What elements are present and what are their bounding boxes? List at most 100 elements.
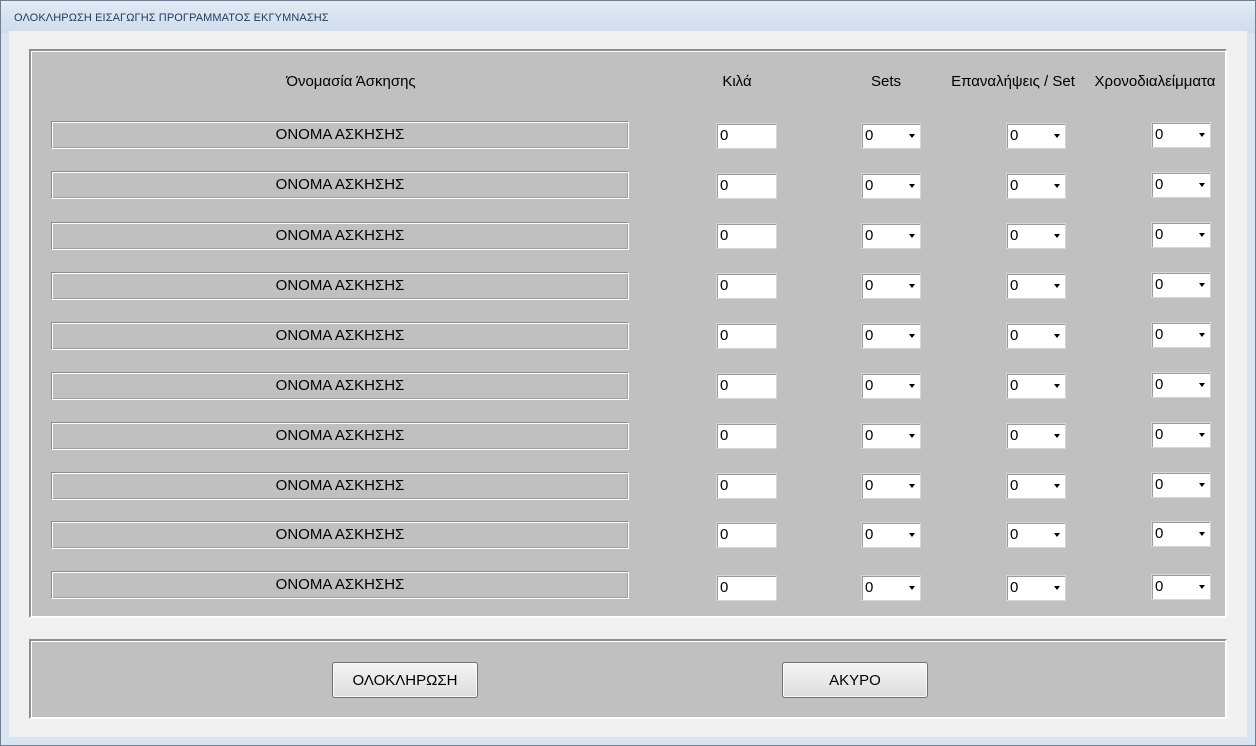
dropdown-arrow-icon[interactable] [909, 484, 915, 488]
rest-dropdown[interactable]: 0 [1151, 574, 1211, 600]
kila-input[interactable] [716, 423, 777, 449]
kila-input[interactable] [716, 323, 777, 349]
exercise-row: ΟΝΟΜΑ ΑΣΚΗΣΗΣ 0 0 0 [31, 272, 1225, 302]
reps-dropdown[interactable]: 0 [1006, 373, 1066, 399]
action-buttons-panel: ΟΛΟΚΛΗΡΩΣΗ ΑΚΥΡΟ [29, 639, 1227, 719]
dropdown-arrow-icon[interactable] [1054, 484, 1060, 488]
dropdown-arrow-icon[interactable] [1054, 234, 1060, 238]
exercise-name-field: ΟΝΟΜΑ ΑΣΚΗΣΗΣ [51, 322, 629, 350]
rest-dropdown[interactable]: 0 [1151, 322, 1211, 348]
rest-value: 0 [1155, 176, 1164, 193]
exercise-row: ΟΝΟΜΑ ΑΣΚΗΣΗΣ 0 0 0 [31, 372, 1225, 402]
dropdown-arrow-icon[interactable] [1054, 134, 1060, 138]
dropdown-arrow-icon[interactable] [1199, 433, 1205, 437]
rest-value: 0 [1155, 426, 1164, 443]
sets-dropdown[interactable]: 0 [861, 223, 921, 249]
kila-input[interactable] [716, 522, 777, 548]
header-exercise-name: Όνομασία Άσκησης [286, 73, 416, 90]
reps-dropdown[interactable]: 0 [1006, 522, 1066, 548]
kila-input[interactable] [716, 123, 777, 149]
reps-value: 0 [1010, 579, 1019, 596]
reps-dropdown[interactable]: 0 [1006, 273, 1066, 299]
sets-dropdown[interactable]: 0 [861, 323, 921, 349]
exercise-name-field: ΟΝΟΜΑ ΑΣΚΗΣΗΣ [51, 222, 629, 250]
reps-dropdown[interactable]: 0 [1006, 575, 1066, 601]
dropdown-arrow-icon[interactable] [1199, 283, 1205, 287]
dropdown-arrow-icon[interactable] [1199, 383, 1205, 387]
sets-dropdown[interactable]: 0 [861, 123, 921, 149]
dropdown-arrow-icon[interactable] [1054, 334, 1060, 338]
reps-dropdown[interactable]: 0 [1006, 323, 1066, 349]
rest-dropdown[interactable]: 0 [1151, 372, 1211, 398]
kila-input[interactable] [716, 575, 777, 601]
dropdown-arrow-icon[interactable] [909, 434, 915, 438]
reps-value: 0 [1010, 177, 1019, 194]
rest-value: 0 [1155, 476, 1164, 493]
rest-value: 0 [1155, 326, 1164, 343]
dropdown-arrow-icon[interactable] [1054, 184, 1060, 188]
dropdown-arrow-icon[interactable] [1199, 333, 1205, 337]
rest-dropdown[interactable]: 0 [1151, 472, 1211, 498]
sets-dropdown[interactable]: 0 [861, 423, 921, 449]
rest-value: 0 [1155, 276, 1164, 293]
dropdown-arrow-icon[interactable] [1199, 183, 1205, 187]
dropdown-arrow-icon[interactable] [1054, 434, 1060, 438]
exercise-row: ΟΝΟΜΑ ΑΣΚΗΣΗΣ 0 0 0 [31, 571, 1225, 601]
dropdown-arrow-icon[interactable] [909, 334, 915, 338]
dropdown-arrow-icon[interactable] [1199, 483, 1205, 487]
cancel-button[interactable]: ΑΚΥΡΟ [782, 662, 928, 698]
dropdown-arrow-icon[interactable] [909, 134, 915, 138]
kila-input[interactable] [716, 473, 777, 499]
sets-dropdown[interactable]: 0 [861, 473, 921, 499]
dropdown-arrow-icon[interactable] [909, 184, 915, 188]
exercise-row: ΟΝΟΜΑ ΑΣΚΗΣΗΣ 0 0 0 [31, 422, 1225, 452]
dropdown-arrow-icon[interactable] [1054, 284, 1060, 288]
sets-dropdown[interactable]: 0 [861, 273, 921, 299]
kila-input[interactable] [716, 373, 777, 399]
reps-dropdown[interactable]: 0 [1006, 423, 1066, 449]
reps-value: 0 [1010, 477, 1019, 494]
exercise-name-field: ΟΝΟΜΑ ΑΣΚΗΣΗΣ [51, 272, 629, 300]
dropdown-arrow-icon[interactable] [909, 586, 915, 590]
rest-dropdown[interactable]: 0 [1151, 422, 1211, 448]
sets-value: 0 [865, 477, 874, 494]
reps-value: 0 [1010, 327, 1019, 344]
rest-dropdown[interactable]: 0 [1151, 122, 1211, 148]
rest-value: 0 [1155, 376, 1164, 393]
sets-value: 0 [865, 579, 874, 596]
dropdown-arrow-icon[interactable] [1199, 585, 1205, 589]
rest-dropdown[interactable]: 0 [1151, 222, 1211, 248]
sets-value: 0 [865, 177, 874, 194]
sets-dropdown[interactable]: 0 [861, 173, 921, 199]
reps-dropdown[interactable]: 0 [1006, 473, 1066, 499]
sets-dropdown[interactable]: 0 [861, 522, 921, 548]
kila-input[interactable] [716, 273, 777, 299]
exercise-row: ΟΝΟΜΑ ΑΣΚΗΣΗΣ 0 0 0 [31, 171, 1225, 201]
dropdown-arrow-icon[interactable] [909, 533, 915, 537]
rest-dropdown[interactable]: 0 [1151, 172, 1211, 198]
dropdown-arrow-icon[interactable] [909, 284, 915, 288]
reps-value: 0 [1010, 277, 1019, 294]
dropdown-arrow-icon[interactable] [1199, 233, 1205, 237]
reps-dropdown[interactable]: 0 [1006, 123, 1066, 149]
complete-button[interactable]: ΟΛΟΚΛΗΡΩΣΗ [332, 662, 478, 698]
rest-dropdown[interactable]: 0 [1151, 272, 1211, 298]
kila-input[interactable] [716, 223, 777, 249]
reps-dropdown[interactable]: 0 [1006, 223, 1066, 249]
dropdown-arrow-icon[interactable] [909, 384, 915, 388]
rest-dropdown[interactable]: 0 [1151, 521, 1211, 547]
reps-dropdown[interactable]: 0 [1006, 173, 1066, 199]
sets-value: 0 [865, 327, 874, 344]
dropdown-arrow-icon[interactable] [1199, 532, 1205, 536]
exercise-name-field: ΟΝΟΜΑ ΑΣΚΗΣΗΣ [51, 372, 629, 400]
dropdown-arrow-icon[interactable] [909, 234, 915, 238]
exercise-row: ΟΝΟΜΑ ΑΣΚΗΣΗΣ 0 0 0 [31, 472, 1225, 502]
reps-value: 0 [1010, 227, 1019, 244]
dropdown-arrow-icon[interactable] [1054, 586, 1060, 590]
kila-input[interactable] [716, 173, 777, 199]
sets-dropdown[interactable]: 0 [861, 575, 921, 601]
sets-dropdown[interactable]: 0 [861, 373, 921, 399]
dropdown-arrow-icon[interactable] [1199, 133, 1205, 137]
dropdown-arrow-icon[interactable] [1054, 384, 1060, 388]
dropdown-arrow-icon[interactable] [1054, 533, 1060, 537]
